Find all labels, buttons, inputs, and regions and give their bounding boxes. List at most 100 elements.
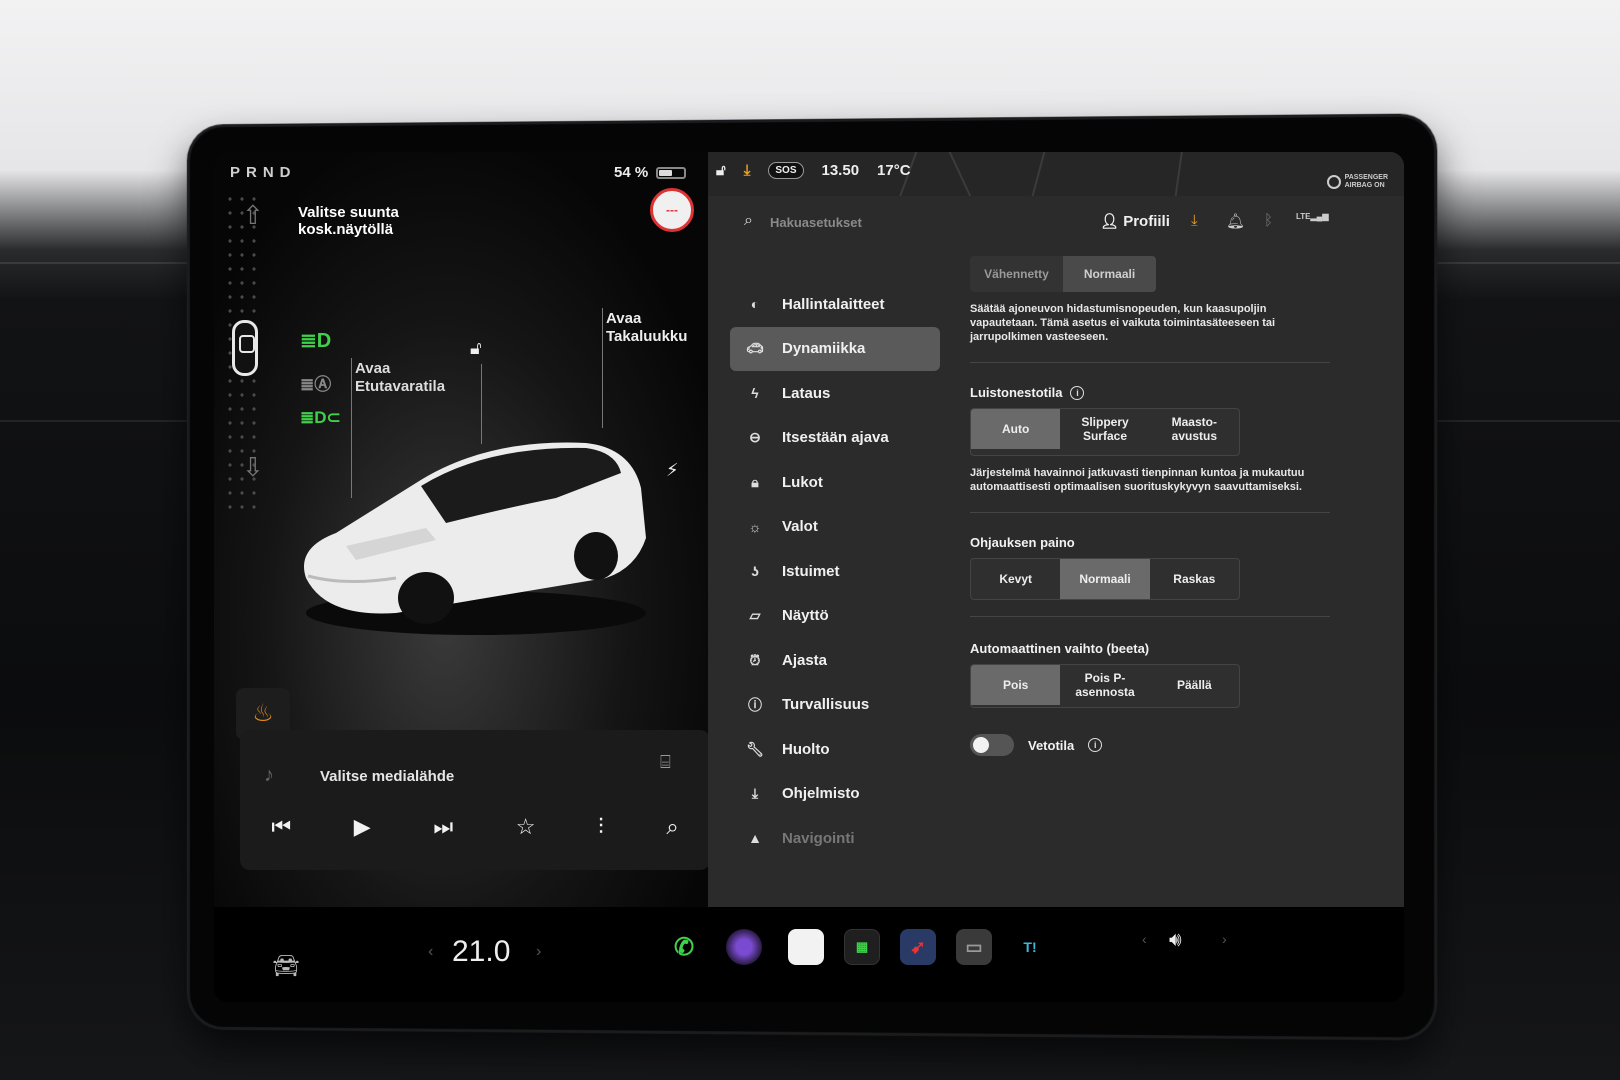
- shift-up-arrow-icon[interactable]: ⇧: [242, 200, 264, 231]
- next-track-icon[interactable]: ⏭︎: [433, 814, 453, 840]
- traction-description: Järjestelmä havainnoi jatkuvasti tienpin…: [970, 467, 1305, 493]
- car-top-view-icon: [232, 320, 258, 376]
- nav-item-hallintalaitteet[interactable]: ◐ Hallintalaitteet: [730, 282, 940, 327]
- tow-mode-row: Vetotila i: [970, 734, 1330, 756]
- traction-segmented-control: Auto Slippery Surface Maasto-avustus: [970, 408, 1240, 456]
- nav-item-näyttö[interactable]: ▱ Näyttö: [730, 594, 940, 639]
- car-pane: PRND 54 % --- ⇧ ⇩ Valitse suunta kosk.nä…: [214, 152, 726, 907]
- toybox-app-icon[interactable]: T!: [1012, 929, 1048, 965]
- phone-icon[interactable]: ✆: [666, 929, 702, 965]
- steering-option[interactable]: Kevyt: [971, 559, 1060, 599]
- steering-option[interactable]: Normaali: [1060, 559, 1150, 599]
- car-icon[interactable]: 🚘︎: [272, 953, 300, 979]
- nav-item-navigointi[interactable]: ▲ Navigointi: [730, 816, 940, 861]
- play-icon[interactable]: ▶︎: [354, 814, 371, 840]
- media-source-icon[interactable]: ⌸: [660, 752, 671, 773]
- car-3d-illustration: [304, 442, 646, 635]
- settings-search-input[interactable]: [770, 210, 970, 234]
- map-road: [945, 152, 973, 196]
- nav-item-itsestään-ajava[interactable]: ⊖ Itsestään ajava: [730, 416, 940, 461]
- media-player: ♪ Valitse medialähde ⌸ ⏮︎ ▶︎ ⏭︎ ☆ ⫶ ⌕: [240, 730, 710, 870]
- download-icon[interactable]: ⤓: [744, 162, 751, 179]
- nav-item-label: Valot: [782, 518, 818, 536]
- lte-label: LTE: [1296, 212, 1311, 221]
- traction-option[interactable]: Auto: [971, 409, 1061, 449]
- trunk-callout-line: [602, 308, 603, 428]
- nav-item-label: Dynamiikka: [782, 340, 866, 358]
- nav-item-turvallisuus[interactable]: ⓘ Turvallisuus: [730, 683, 940, 728]
- lock-status-icon[interactable]: 🔓︎: [716, 162, 726, 179]
- notes-app-icon[interactable]: [788, 929, 824, 965]
- nav-item-dynamiikka[interactable]: 🚗︎ Dynamiikka: [730, 326, 940, 371]
- volume-down-arrow-icon[interactable]: ‹: [1142, 931, 1147, 947]
- frunk-label-line1: Avaa: [355, 360, 391, 377]
- autoshift-option[interactable]: Pois P-asennosta: [1060, 665, 1149, 705]
- nav-item-istuimet[interactable]: ʖ Istuimet: [730, 549, 940, 594]
- nav-item-label: Itsestään ajava: [782, 429, 889, 447]
- seat-icon: ʖ: [751, 563, 759, 580]
- volume-up-arrow-icon[interactable]: ›: [1222, 931, 1227, 947]
- nav-item-ohjelmisto[interactable]: ⤓ Ohjelmisto: [730, 772, 940, 817]
- map-road: [1173, 152, 1185, 196]
- favorite-star-icon[interactable]: ☆: [516, 814, 536, 840]
- bluetooth-icon[interactable]: ᛒ: [1264, 212, 1273, 229]
- regen-option-normal[interactable]: Normaali: [1063, 256, 1156, 292]
- regen-segmented-control: Vähennetty Normaali: [970, 256, 1156, 292]
- auto-high-beam-icon[interactable]: ≣Ⓐ: [300, 370, 331, 395]
- car-icon: 🚗︎: [746, 340, 764, 357]
- shift-hint: Valitse suunta kosk.näytöllä: [298, 204, 399, 238]
- info-icon[interactable]: i: [1088, 738, 1103, 752]
- steering-title: Ohjauksen paino: [970, 535, 1330, 550]
- info-icon[interactable]: i: [1070, 385, 1085, 400]
- divider: [970, 362, 1330, 363]
- media-source-title[interactable]: Valitse medialähde: [320, 768, 454, 785]
- touchscreen: PRND 54 % --- ⇧ ⇩ Valitse suunta kosk.nä…: [214, 152, 1404, 1002]
- nav-item-huolto[interactable]: 🔧︎ Huolto: [730, 727, 940, 772]
- bell-icon[interactable]: 🔔︎: [1226, 212, 1245, 230]
- fog-light-icon[interactable]: ≣D⊂: [300, 408, 341, 428]
- map-strip[interactable]: 🔓︎ ⤓ SOS 13.50 17°C PASSENGER AIRBAG ON: [708, 152, 1404, 196]
- profile-button[interactable]: 👤︎ Profiili: [1100, 212, 1170, 230]
- traction-option[interactable]: Slippery Surface: [1060, 409, 1149, 449]
- unlock-icon[interactable]: 🔓︎: [470, 338, 482, 359]
- autoshift-option[interactable]: Päällä: [1150, 665, 1239, 705]
- navigation-app-icon[interactable]: ➹: [900, 929, 936, 965]
- steering-option[interactable]: Raskas: [1150, 559, 1239, 599]
- temp-up-arrow-icon[interactable]: ›: [536, 943, 541, 961]
- autoshift-option[interactable]: Pois: [971, 665, 1061, 705]
- regen-option-reduced[interactable]: Vähennetty: [970, 256, 1063, 292]
- nav-item-valot[interactable]: ☼ Valot: [730, 505, 940, 550]
- cabin-temperature[interactable]: 21.0: [452, 935, 510, 969]
- map-road: [1030, 152, 1048, 196]
- download-icon[interactable]: ⤓: [1191, 212, 1198, 229]
- tow-mode-toggle[interactable]: [970, 734, 1014, 756]
- open-frunk-button[interactable]: Avaa Etutavaratila: [355, 360, 445, 396]
- previous-track-icon[interactable]: ⏮︎: [271, 814, 291, 840]
- media-controls: ⏮︎ ▶︎ ⏭︎ ☆ ⫶ ⌕: [240, 814, 710, 840]
- autoshift-segmented-control: Pois Pois P-asennosta Päällä: [970, 664, 1240, 708]
- profile-label: Profiili: [1123, 213, 1170, 230]
- shift-down-arrow-icon[interactable]: ⇩: [242, 452, 264, 483]
- camera-app-icon[interactable]: [726, 929, 762, 965]
- bottom-dock: 🚘︎ ‹ 21.0 › ✆ ▦ ➹ ▭ T! ‹ 🔊︎ ›: [214, 907, 1404, 1002]
- media-search-icon[interactable]: ⌕: [666, 814, 678, 840]
- charge-port-icon[interactable]: ⚡︎: [666, 460, 679, 481]
- low-beam-icon[interactable]: ≣D: [300, 328, 331, 353]
- equalizer-icon[interactable]: ⫶: [598, 814, 604, 840]
- temp-down-arrow-icon[interactable]: ‹: [428, 943, 433, 961]
- gear-selector[interactable]: PRND: [230, 164, 297, 181]
- nav-item-ajasta[interactable]: ⏰︎ Ajasta: [730, 638, 940, 683]
- nav-item-label: Navigointi: [782, 829, 855, 847]
- traction-option[interactable]: Maasto-avustus: [1150, 409, 1239, 449]
- volume-icon[interactable]: 🔊︎: [1169, 929, 1182, 952]
- open-trunk-button[interactable]: Avaa Takaluukku: [606, 310, 687, 346]
- sos-button[interactable]: SOS: [768, 162, 804, 179]
- nav-item-lukot[interactable]: 🔒︎ Lukot: [730, 460, 940, 505]
- nav-item-lataus[interactable]: ϟ Lataus: [730, 371, 940, 416]
- dashcam-app-icon[interactable]: ▭: [956, 929, 992, 965]
- app-launcher-icon[interactable]: ▦: [844, 929, 880, 965]
- airbag-line1: PASSENGER: [1344, 174, 1388, 181]
- trunk-label-line2: Takaluukku: [606, 328, 688, 345]
- nav-item-label: Turvallisuus: [782, 696, 870, 714]
- alarm-icon: ⏰︎: [749, 651, 761, 668]
